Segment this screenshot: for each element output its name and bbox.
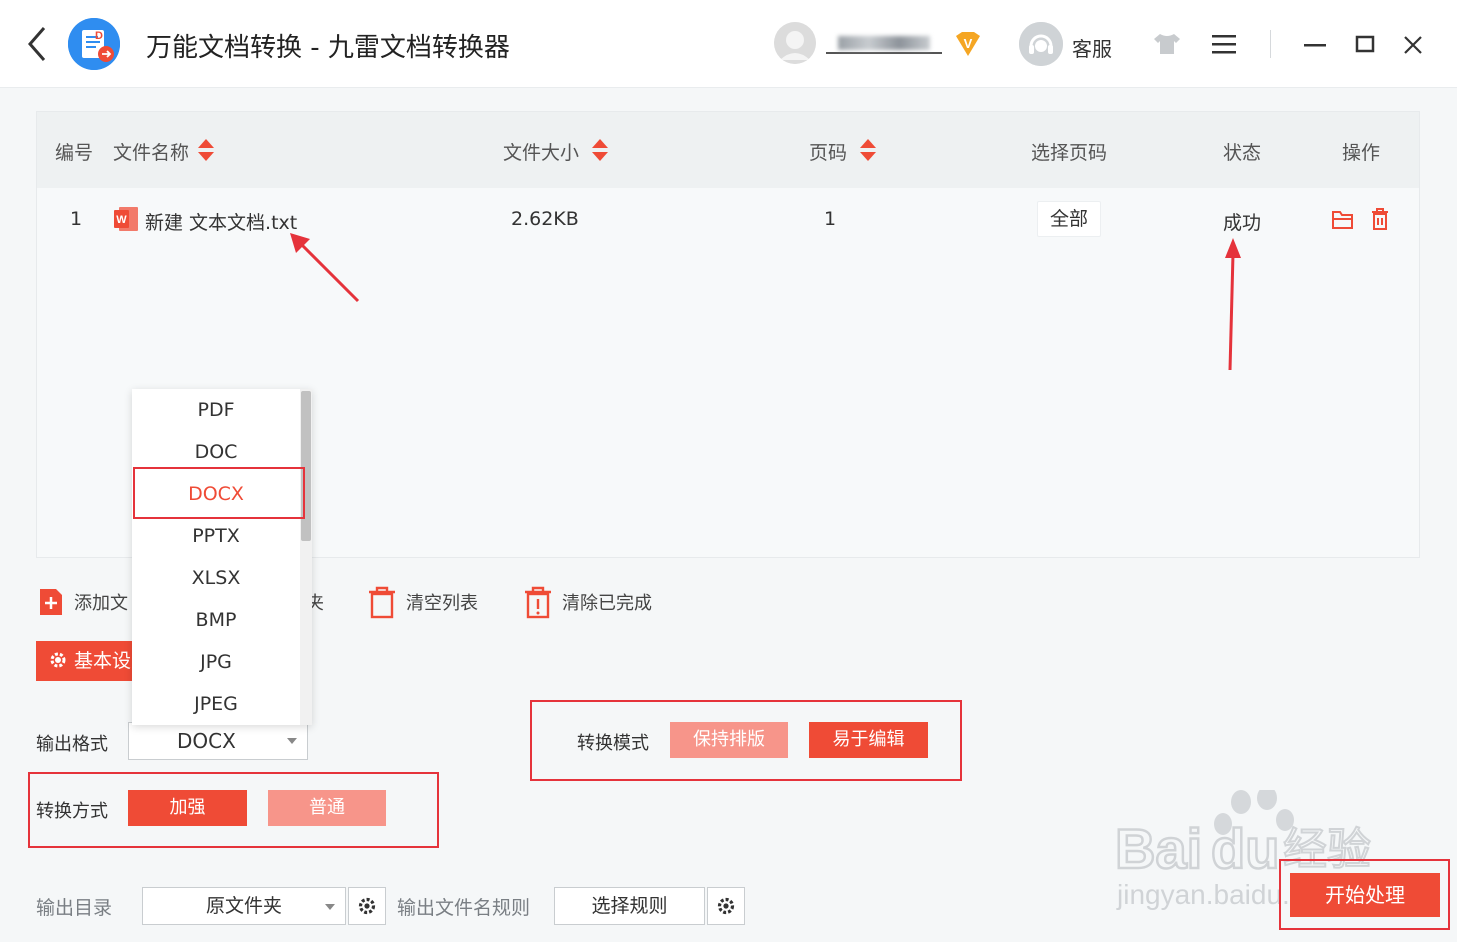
col-actions: 操作 (1342, 142, 1381, 164)
username-link[interactable] (826, 32, 942, 54)
format-option-pdf[interactable]: PDF (132, 389, 300, 431)
annotation-box (133, 467, 305, 519)
svg-text:Bai: Bai (1115, 817, 1202, 880)
trash-icon (369, 586, 395, 619)
close-icon (1404, 36, 1422, 54)
clear-list-button[interactable]: 清空列表 (366, 585, 478, 619)
output-format-select[interactable]: DOCX (128, 722, 308, 760)
avatar[interactable] (774, 22, 816, 64)
maximize-icon (1355, 35, 1375, 53)
format-option-jpeg[interactable]: JPEG (132, 683, 300, 725)
chevron-down-icon (325, 904, 335, 910)
output-dir-select[interactable]: 原文件夹 (142, 887, 346, 925)
col-pages[interactable]: 页码 (809, 138, 847, 165)
row-filename: 新建 文本文档.txt (145, 212, 298, 234)
open-folder-icon[interactable] (1331, 208, 1355, 230)
vip-crown-icon: V (956, 32, 980, 56)
output-format-dropdown: PDF DOC DOCX PPTX XLSX BMP JPG JPEG (132, 389, 312, 725)
filename-rule-settings-button[interactable] (707, 887, 745, 925)
app-title: 万能文档转换 - 九雷文档转换器 (146, 33, 510, 63)
user-icon (774, 22, 816, 64)
row-status: 成功 (1223, 212, 1262, 234)
output-dir-label: 输出目录 (36, 897, 113, 919)
method-enhanced-button[interactable]: 加强 (128, 790, 247, 826)
filename-rule-select[interactable]: 选择规则 (554, 887, 705, 925)
method-normal-button[interactable]: 普通 (268, 790, 386, 826)
row-pages: 1 (824, 208, 837, 230)
table-header: 编号 文件名称 文件大小 页码 选择页码 状态 操作 (37, 112, 1419, 188)
basic-settings-label: 基本设 (74, 650, 132, 672)
format-option-jpg[interactable]: JPG (132, 641, 300, 683)
sort-icon[interactable] (591, 138, 609, 162)
basic-settings-tab[interactable]: 基本设 (36, 641, 136, 681)
titlebar-divider (1270, 30, 1271, 58)
col-filename[interactable]: 文件名称 (113, 138, 189, 165)
format-option-pptx[interactable]: PPTX (132, 515, 300, 557)
mode-easy-edit-button[interactable]: 易于编辑 (809, 722, 928, 758)
gear-icon (50, 652, 66, 668)
app-logo-icon: D (68, 18, 120, 70)
sort-icon[interactable] (859, 138, 877, 162)
annotation-box (1279, 859, 1450, 930)
col-index: 编号 (55, 142, 94, 164)
trash-clear-icon (525, 586, 551, 619)
col-page-select: 选择页码 (1031, 142, 1108, 164)
vip-badge: V (952, 30, 984, 58)
output-dir-settings-button[interactable] (348, 887, 386, 925)
clear-done-label: 清除已完成 (562, 593, 652, 614)
close-button[interactable] (1400, 30, 1426, 58)
filename-rule-label: 输出文件名规则 (397, 897, 531, 919)
gear-icon (717, 897, 735, 915)
delete-trash-icon[interactable] (1369, 207, 1391, 231)
clear-done-button[interactable]: 清除已完成 (522, 585, 652, 619)
svg-text:du: du (1211, 817, 1279, 880)
row-index: 1 (70, 208, 83, 230)
add-file-icon (40, 589, 62, 615)
row-filesize: 2.62KB (511, 208, 579, 230)
svg-text:D: D (95, 30, 103, 42)
add-file-button[interactable]: 添加文 (36, 585, 128, 619)
output-format-label: 输出格式 (36, 734, 108, 755)
skin-tshirt-icon[interactable] (1152, 32, 1182, 56)
chevron-left-icon (28, 27, 46, 61)
add-file-label: 添加文 (74, 593, 128, 614)
conversion-method-label: 转换方式 (36, 801, 108, 822)
back-button[interactable] (22, 24, 54, 64)
output-dir-value: 原文件夹 (205, 895, 282, 917)
menu-icon[interactable] (1210, 32, 1238, 56)
customer-service-label[interactable]: 客服 (1072, 33, 1112, 62)
maximize-button[interactable] (1352, 30, 1378, 58)
sort-icon[interactable] (197, 138, 215, 162)
minimize-icon (1304, 44, 1326, 47)
word-file-icon: W (114, 207, 138, 231)
format-option-bmp[interactable]: BMP (132, 599, 300, 641)
svg-text:W: W (116, 214, 127, 226)
conversion-mode-label: 转换模式 (577, 733, 649, 754)
page-select-cell[interactable]: 全部 (1037, 201, 1101, 237)
chevron-down-icon (287, 738, 297, 744)
annotation-arrow-icon (290, 233, 360, 303)
output-format-value: DOCX (177, 729, 236, 753)
clear-list-label: 清空列表 (406, 593, 478, 614)
minimize-button[interactable] (1302, 30, 1328, 58)
col-status: 状态 (1223, 142, 1262, 164)
gear-icon (358, 897, 376, 915)
format-option-xlsx[interactable]: XLSX (132, 557, 300, 599)
customer-service-icon[interactable] (1019, 22, 1063, 66)
mode-keep-layout-button[interactable]: 保持排版 (670, 722, 788, 758)
svg-text:V: V (964, 36, 973, 51)
annotation-arrow-icon (1225, 238, 1241, 371)
col-filesize[interactable]: 文件大小 (503, 138, 579, 165)
